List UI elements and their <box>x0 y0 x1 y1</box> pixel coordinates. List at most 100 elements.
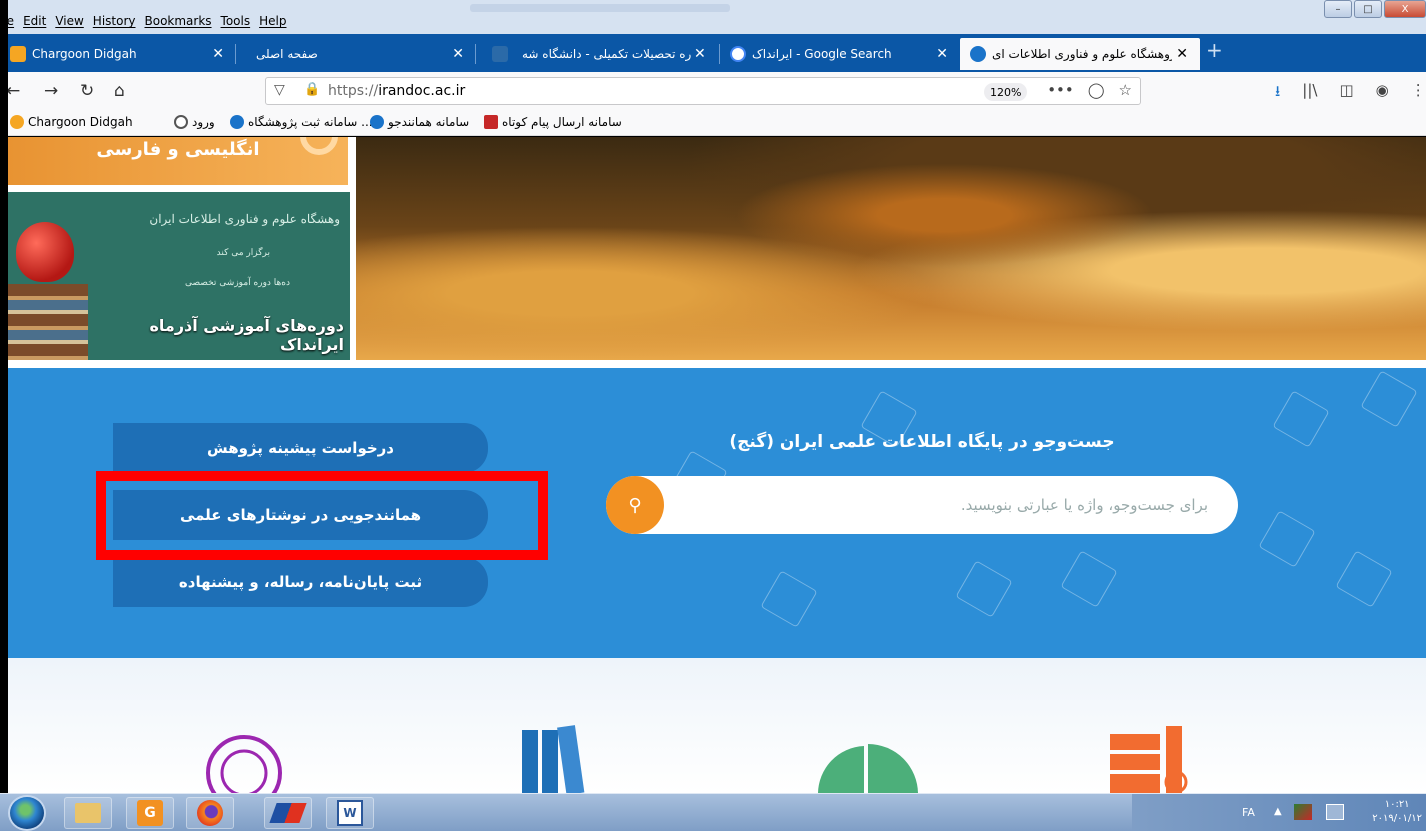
power-icon[interactable] <box>1326 804 1344 820</box>
new-tab-button[interactable]: + <box>1206 38 1223 62</box>
clock[interactable]: ۱۰:۲۱ ۲۰۱۹/۰۱/۱۲ <box>1372 798 1422 826</box>
tab-google-search[interactable]: ایرانداک - Google Search ✕ <box>720 38 960 70</box>
board-line-3: ده‌ها دوره آموزشی تخصصی <box>185 278 290 288</box>
close-window-button[interactable]: X <box>1384 0 1426 18</box>
language-indicator[interactable]: FA <box>1242 806 1255 819</box>
search-input[interactable] <box>666 476 1208 534</box>
ring-decoration <box>300 137 338 155</box>
bookmark-label: ورود <box>192 115 215 129</box>
word-icon[interactable]: W <box>326 797 374 829</box>
paper-decoration <box>1272 390 1330 448</box>
paper-decoration <box>955 560 1013 618</box>
start-button[interactable] <box>8 795 46 831</box>
books-image <box>8 284 88 360</box>
back-icon[interactable]: ← <box>6 81 20 101</box>
close-tab-icon[interactable]: ✕ <box>936 46 948 62</box>
bookmark-sms[interactable]: سامانه ارسال پیام کوتاه <box>484 115 622 129</box>
close-tab-icon[interactable]: ✕ <box>212 46 224 62</box>
menu-history[interactable]: History <box>93 14 136 32</box>
network-icon[interactable] <box>1294 804 1312 820</box>
url-text[interactable]: https://irandoc.ac.ir <box>328 83 465 99</box>
search-box: ⚲ <box>606 476 1238 534</box>
nav-toolbar: ← → ↻ ⌂ ▽ 🔒 https://irandoc.ac.ir 120% •… <box>0 72 1426 110</box>
bookmark-label: سامانه ثبت پژوهشگاه ... <box>248 115 373 129</box>
thesis-registration-button[interactable]: ثبت پایان‌نامه، رساله، و پیشنهاده <box>113 557 488 607</box>
bookmark-label: سامانه همانندجو <box>388 115 470 129</box>
screen-border <box>0 0 8 831</box>
clock-date: ۲۰۱۹/۰۱/۱۲ <box>1372 813 1422 824</box>
board-line-2: برگزار می کند <box>216 248 270 258</box>
pdf-app-icon[interactable]: G <box>126 797 174 829</box>
menu-view[interactable]: View <box>55 14 83 32</box>
highlight-annotation <box>96 471 548 560</box>
tab-irandoc-active[interactable]: پژوهشگاه علوم و فناوری اطلاعات ای ✕ <box>960 38 1200 70</box>
home-icon[interactable]: ⌂ <box>114 81 125 101</box>
promo-english-persian[interactable]: انگلیسی و فارسی <box>8 137 348 185</box>
menu-bookmarks[interactable]: Bookmarks <box>145 14 212 32</box>
tab-bar: Chargoon Didgah ✕ صفحه اصلی ✕ ✕ اداره تح… <box>0 34 1426 72</box>
paper-decoration <box>1335 550 1393 608</box>
clock-time: ۱۰:۲۱ <box>1384 799 1410 810</box>
menu-edit[interactable]: Edit <box>23 14 46 32</box>
tab-university[interactable]: ✕ اداره تحصیلات تکمیلی - دانشگاه شه <box>476 38 720 70</box>
menu-help[interactable]: Help <box>259 14 286 32</box>
menu-icon[interactable]: ⋮ <box>1411 81 1426 106</box>
tab-title: Chargoon Didgah <box>32 47 137 61</box>
sms-icon <box>484 115 498 129</box>
menu-tools[interactable]: Tools <box>221 14 251 32</box>
irandoc-icon <box>970 46 986 62</box>
services-section: درخواست پیشینه پژوهش همانندجویی در نوشتا… <box>8 368 1426 658</box>
chargoon-app-icon[interactable] <box>264 797 312 829</box>
file-explorer-icon[interactable] <box>64 797 112 829</box>
minimize-button[interactable]: – <box>1324 0 1352 18</box>
promo-caption: دوره‌های آموزشی آذرماه ایرانداک <box>149 316 344 354</box>
chargoon-icon <box>10 46 26 62</box>
tab-title: پژوهشگاه علوم و فناوری اطلاعات ای <box>992 47 1172 61</box>
show-hidden-icons[interactable]: ▲ <box>1274 806 1282 817</box>
hero-autumn-leaves-image <box>356 137 1426 360</box>
pocket-icon[interactable]: ◯ <box>1088 81 1105 99</box>
paper-decoration <box>1360 370 1418 428</box>
zoom-level[interactable]: 120% <box>984 83 1028 101</box>
research-background-request-button[interactable]: درخواست پیشینه پژوهش <box>113 423 488 473</box>
reload-icon[interactable]: ↻ <box>80 81 94 101</box>
bookmark-star-icon[interactable]: ☆ <box>1119 81 1132 99</box>
promo-training-courses[interactable]: وهشگاه علوم و فناوری اطلاعات ایران برگزا… <box>8 192 350 360</box>
url-host: irandoc.ac.ir <box>378 83 466 99</box>
bookmark-label: Chargoon Didgah <box>28 115 133 129</box>
library-icon[interactable]: ||\ <box>1302 81 1317 106</box>
system-tray: FA ▲ ۱۰:۲۱ ۲۰۱۹/۰۱/۱۲ <box>1132 794 1426 831</box>
bookmark-label: سامانه ارسال پیام کوتاه <box>502 115 622 129</box>
search-icon: ⚲ <box>628 494 642 516</box>
lock-icon[interactable]: 🔒 <box>304 82 320 97</box>
board-line-1: وهشگاه علوم و فناوری اطلاعات ایران <box>149 212 340 226</box>
close-tab-icon[interactable]: ✕ <box>1176 46 1188 62</box>
bookmark-registration[interactable]: سامانه ثبت پژوهشگاه ... <box>230 115 373 129</box>
bookmark-plagiarism[interactable]: سامانه همانندجو <box>370 115 469 129</box>
sidebar-icon[interactable]: ◫ <box>1339 81 1353 106</box>
google-icon <box>730 46 746 62</box>
search-button[interactable]: ⚲ <box>606 476 664 534</box>
url-scheme: https:// <box>328 83 379 99</box>
tab-home[interactable]: صفحه اصلی ✕ <box>236 38 476 70</box>
firefox-icon[interactable] <box>186 797 234 829</box>
close-tab-icon[interactable]: ✕ <box>694 46 706 62</box>
bookmark-chargoon[interactable]: Chargoon Didgah <box>10 115 133 129</box>
bookmarks-bar: Chargoon Didgah ورود سامانه ثبت پژوهشگاه… <box>0 110 1426 136</box>
forward-icon[interactable]: → <box>44 81 58 101</box>
close-tab-icon[interactable]: ✕ <box>452 46 464 62</box>
shield-icon[interactable]: ▽ <box>274 82 285 98</box>
tab-title: ایرانداک - Google Search <box>752 47 892 61</box>
paper-decoration <box>1258 510 1316 568</box>
download-icon[interactable]: ⭳ <box>1275 81 1280 106</box>
account-icon[interactable]: ◉ <box>1376 81 1389 106</box>
menu: ile Edit View History Bookmarks Tools He… <box>0 14 286 32</box>
maximize-button[interactable]: □ <box>1354 0 1382 18</box>
chargoon-icon <box>10 115 24 129</box>
university-icon <box>492 46 508 62</box>
page-actions-icon[interactable]: ••• <box>1047 81 1074 99</box>
tab-chargoon[interactable]: Chargoon Didgah ✕ <box>0 38 236 70</box>
url-bar[interactable]: ▽ 🔒 https://irandoc.ac.ir 120% ••• ◯ ☆ <box>265 77 1141 105</box>
documents-search-icon <box>1110 726 1188 793</box>
bookmark-login[interactable]: ورود <box>174 115 215 129</box>
